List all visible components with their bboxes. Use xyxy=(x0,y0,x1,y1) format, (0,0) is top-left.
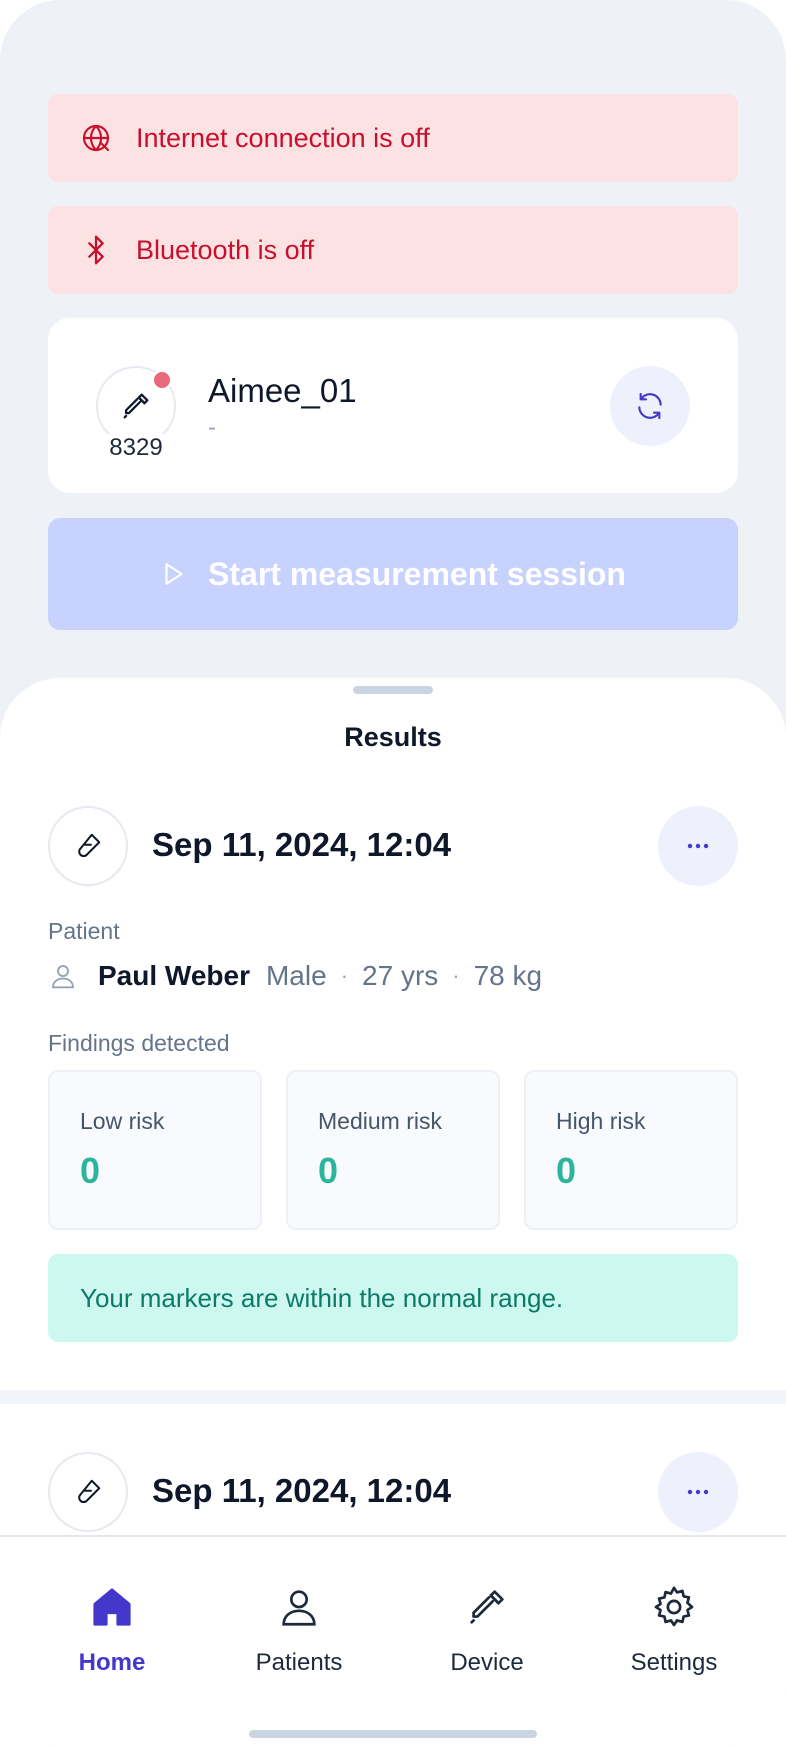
start-measurement-button[interactable]: Start measurement session xyxy=(48,518,738,630)
more-options-button[interactable] xyxy=(658,806,738,886)
high-risk-card: High risk 0 xyxy=(524,1070,738,1230)
separator-dot: · xyxy=(340,963,349,988)
patient-age: 27 yrs xyxy=(362,960,439,991)
more-horizontal-icon xyxy=(687,843,709,849)
user-icon xyxy=(52,965,74,989)
patient-label: Patient xyxy=(48,918,120,944)
nav-home[interactable]: Home xyxy=(32,1583,192,1677)
nav-patients[interactable]: Patients xyxy=(219,1583,379,1677)
patient-weight: 78 kg xyxy=(473,960,543,991)
section-divider xyxy=(0,1390,786,1404)
result-icon xyxy=(48,806,128,886)
bottom-navigation: Home Patients Device Settings xyxy=(0,1535,786,1748)
device-code: 8329 xyxy=(96,434,176,462)
nav-device[interactable]: Device xyxy=(407,1583,567,1677)
result-date: Sep 11, 2024, 12:04 xyxy=(152,826,452,863)
normal-range-message: Your markers are within the normal range… xyxy=(48,1254,738,1342)
results-title: Results xyxy=(344,722,442,752)
internet-alert-text: Internet connection is off xyxy=(136,122,430,153)
gear-icon xyxy=(654,1586,694,1627)
nav-patients-label: Patients xyxy=(255,1649,343,1676)
device-subtitle: - xyxy=(208,414,216,441)
medium-risk-card: Medium risk 0 xyxy=(286,1070,500,1230)
play-icon xyxy=(165,563,183,585)
findings-label: Findings detected xyxy=(48,1030,230,1056)
medium-risk-value: 0 xyxy=(318,1150,339,1191)
nav-settings[interactable]: Settings xyxy=(594,1583,754,1677)
pipette-icon xyxy=(470,1590,504,1624)
low-risk-value: 0 xyxy=(80,1150,101,1191)
pipette-icon xyxy=(123,393,149,419)
device-status-dot xyxy=(152,370,172,390)
separator-dot: · xyxy=(452,963,460,988)
home-indicator xyxy=(249,1730,537,1738)
low-risk-label: Low risk xyxy=(80,1108,165,1134)
device-name: Aimee_01 xyxy=(208,372,357,409)
refresh-button[interactable] xyxy=(610,366,690,446)
low-risk-card: Low risk 0 xyxy=(48,1070,262,1230)
refresh-icon xyxy=(638,392,662,420)
bluetooth-off-alert: Bluetooth is off xyxy=(48,206,738,294)
patient-name: Paul Weber xyxy=(98,960,250,991)
test-tube-icon xyxy=(78,1479,101,1504)
high-risk-label: High risk xyxy=(556,1108,646,1134)
patient-row[interactable]: Paul Weber Male · 27 yrs · 78 kg xyxy=(48,960,542,992)
result-icon xyxy=(48,1452,128,1532)
more-options-button[interactable] xyxy=(658,1452,738,1532)
user-icon xyxy=(282,1590,316,1626)
bluetooth-icon xyxy=(80,234,112,266)
internet-off-alert: Internet connection is off xyxy=(48,94,738,182)
start-measurement-label: Start measurement session xyxy=(208,555,626,592)
nav-settings-label: Settings xyxy=(630,1649,718,1676)
medium-risk-label: Medium risk xyxy=(318,1108,442,1134)
nav-home-label: Home xyxy=(78,1649,146,1676)
nav-device-label: Device xyxy=(450,1649,524,1676)
device-card[interactable]: 8329 Aimee_01 - xyxy=(48,318,738,493)
more-horizontal-icon xyxy=(687,1489,709,1495)
test-tube-icon xyxy=(78,833,101,858)
globe-off-icon xyxy=(80,122,112,154)
home-icon xyxy=(93,1588,131,1626)
bluetooth-alert-text: Bluetooth is off xyxy=(136,234,315,265)
high-risk-value: 0 xyxy=(556,1150,577,1191)
patient-sex: Male xyxy=(265,960,327,991)
app-screen: Internet connection is off Bluetooth is … xyxy=(0,0,786,1748)
sheet-drag-handle[interactable] xyxy=(353,686,433,694)
result-date: Sep 11, 2024, 12:04 xyxy=(152,1472,452,1509)
